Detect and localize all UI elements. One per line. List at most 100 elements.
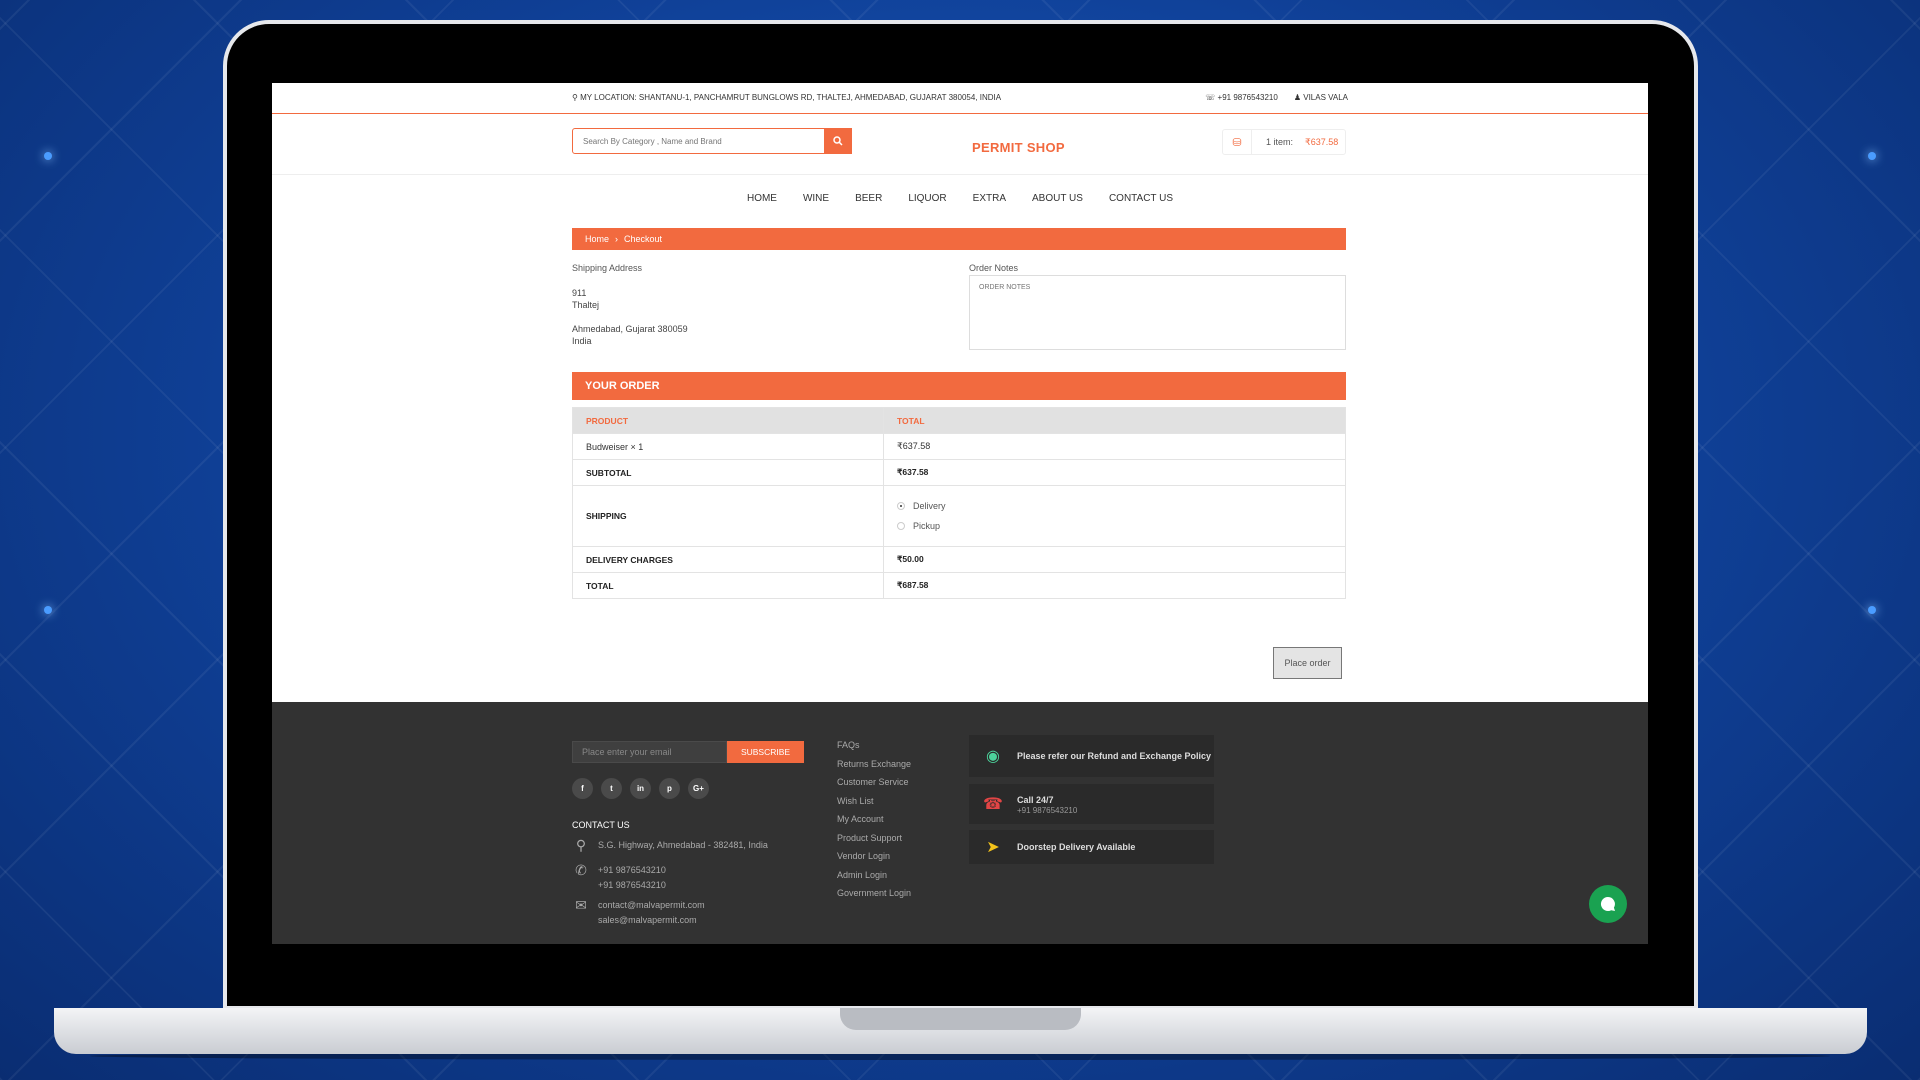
radio-delivery-label: Delivery xyxy=(913,501,946,511)
twitter-icon[interactable]: t xyxy=(601,778,622,799)
nav-extra[interactable]: EXTRA xyxy=(973,193,1006,204)
chevron-right-icon: › xyxy=(615,234,619,244)
chat-button[interactable] xyxy=(1589,885,1627,923)
topbar-user[interactable]: ♟ VILAS VALA xyxy=(1294,93,1348,102)
location-text: ⚲ MY LOCATION: SHANTANU-1, PANCHAMRUT BU… xyxy=(572,93,1001,102)
search-input[interactable] xyxy=(573,129,833,153)
bg-dot xyxy=(44,152,52,160)
user-icon: ♟ xyxy=(1293,93,1301,102)
search-icon xyxy=(833,136,843,146)
footer-email-2[interactable]: sales@malvapermit.com xyxy=(598,913,705,928)
laptop-notch xyxy=(840,1008,1081,1030)
delivery-charges-label: DELIVERY CHARGES xyxy=(572,546,884,573)
table-row: TOTAL ₹687.58 xyxy=(572,572,1346,599)
footer-contact-title: CONTACT US xyxy=(572,820,630,830)
pinterest-icon[interactable]: p xyxy=(659,778,680,799)
social-links: f t in p G+ xyxy=(572,778,709,799)
footer-email-1[interactable]: contact@malvapermit.com xyxy=(598,898,705,913)
shipping-options: Delivery Pickup xyxy=(883,485,1346,547)
radio-pickup[interactable]: Pickup xyxy=(897,521,1332,531)
browser-screen: ⚲ MY LOCATION: SHANTANU-1, PANCHAMRUT BU… xyxy=(272,83,1648,944)
delivery-text: Doorstep Delivery Available xyxy=(1017,842,1136,852)
search-box xyxy=(572,128,852,154)
footer-link-customer-service[interactable]: Customer Service xyxy=(837,773,911,792)
cart-item-count: 1 item: xyxy=(1266,137,1294,147)
bg-dot xyxy=(1868,606,1876,614)
your-order-heading: YOUR ORDER xyxy=(572,372,1346,400)
footer-link-government-login[interactable]: Government Login xyxy=(837,884,911,903)
facebook-icon[interactable]: f xyxy=(572,778,593,799)
site-header: PERMIT SHOP ⛁ 1 item: ₹637.58 xyxy=(272,114,1648,175)
product-total: ₹637.58 xyxy=(883,433,1346,460)
footer-links: FAQs Returns Exchange Customer Service W… xyxy=(837,736,911,903)
address-line: Ahmedabad, Gujarat 380059 xyxy=(572,324,688,334)
topbar-phone-label: +91 9876543210 xyxy=(1217,93,1278,102)
site-logo[interactable]: PERMIT SHOP xyxy=(972,140,1065,155)
nav-beer[interactable]: BEER xyxy=(855,193,882,204)
footer-link-faqs[interactable]: FAQs xyxy=(837,736,911,755)
basket-icon: ⛁ xyxy=(1223,130,1252,154)
nav-contact-us[interactable]: CONTACT US xyxy=(1109,193,1173,204)
top-bar: ⚲ MY LOCATION: SHANTANU-1, PANCHAMRUT BU… xyxy=(272,83,1648,114)
footer-phones: ✆ +91 9876543210 +91 9876543210 xyxy=(572,863,666,893)
breadcrumb-current: Checkout xyxy=(624,234,663,244)
laptop-base xyxy=(54,1008,1867,1054)
shipping-label: SHIPPING xyxy=(572,485,884,547)
footer-phone-2[interactable]: +91 9876543210 xyxy=(598,878,666,893)
call-number: +91 9876543210 xyxy=(1017,805,1078,815)
footer-phone-1[interactable]: +91 9876543210 xyxy=(598,863,666,878)
radio-delivery[interactable]: Delivery xyxy=(897,501,1332,511)
google-plus-icon[interactable]: G+ xyxy=(688,778,709,799)
site-footer: Place enter your email SUBSCRIBE f t in … xyxy=(272,702,1648,944)
total-label: TOTAL xyxy=(572,572,884,599)
shipping-address-label: Shipping Address xyxy=(572,263,643,273)
footer-link-my-account[interactable]: My Account xyxy=(837,810,911,829)
place-order-button[interactable]: Place order xyxy=(1273,647,1342,679)
map-pin-icon: ⚲ xyxy=(572,93,578,102)
footer-link-product-support[interactable]: Product Support xyxy=(837,829,911,848)
footer-emails: ✉ contact@malvapermit.com sales@malvaper… xyxy=(572,898,705,928)
address-line: Thaltej xyxy=(572,300,600,310)
location-pin-icon: ⚲ xyxy=(575,837,587,853)
order-table: PRODUCT TOTAL Budweiser × 1 ₹637.58 SUBT… xyxy=(572,407,1346,599)
cart-price: ₹637.58 xyxy=(1305,136,1339,147)
newsletter-email-input[interactable]: Place enter your email xyxy=(572,741,727,763)
nav-about-us[interactable]: ABOUT US xyxy=(1032,193,1083,204)
radio-pickup-label: Pickup xyxy=(913,521,941,531)
column-header-total: TOTAL xyxy=(883,407,1346,434)
cart-widget[interactable]: ⛁ 1 item: ₹637.58 xyxy=(1222,129,1346,155)
breadcrumb-home[interactable]: Home xyxy=(585,234,609,244)
phone-icon: ☏ xyxy=(1205,93,1216,102)
delivery-charges-value: ₹50.00 xyxy=(883,546,1346,573)
search-button[interactable] xyxy=(824,128,852,154)
location-label: MY LOCATION: SHANTANU-1, PANCHAMRUT BUNG… xyxy=(580,93,1002,102)
total-value: ₹687.58 xyxy=(883,572,1346,599)
topbar-phone[interactable]: ☏ +91 9876543210 xyxy=(1205,93,1278,102)
radio-button[interactable] xyxy=(897,522,905,530)
refund-policy-box[interactable]: ◉ Please refer our Refund and Exchange P… xyxy=(969,735,1214,777)
order-notes-field[interactable] xyxy=(969,275,1346,350)
footer-address-text: S.G. Highway, Ahmedabad - 382481, India xyxy=(598,840,768,850)
refund-policy-text: Please refer our Refund and Exchange Pol… xyxy=(1017,751,1212,761)
table-row: SHIPPING Delivery Pickup xyxy=(572,485,1346,547)
nav-home[interactable]: HOME xyxy=(747,193,777,204)
footer-link-vendor-login[interactable]: Vendor Login xyxy=(837,847,911,866)
footer-link-returns[interactable]: Returns Exchange xyxy=(837,755,911,774)
table-header-row: PRODUCT TOTAL xyxy=(572,407,1346,434)
chat-bubble-icon xyxy=(1600,896,1615,911)
radio-button-checked[interactable] xyxy=(897,502,905,510)
order-notes-label: Order Notes xyxy=(969,263,1019,273)
money-bag-icon: ◉ xyxy=(986,748,1000,765)
address-line: India xyxy=(572,336,592,346)
nav-liquor[interactable]: LIQUOR xyxy=(908,193,946,204)
subscribe-button[interactable]: SUBSCRIBE xyxy=(727,741,804,763)
subtotal-label: SUBTOTAL xyxy=(572,459,884,486)
footer-link-wish-list[interactable]: Wish List xyxy=(837,792,911,811)
table-row: SUBTOTAL ₹637.58 xyxy=(572,459,1346,486)
footer-link-admin-login[interactable]: Admin Login xyxy=(837,866,911,885)
nav-wine[interactable]: WINE xyxy=(803,193,829,204)
phone-icon: ✆ xyxy=(575,862,587,878)
call-box[interactable]: ☎ Call 24/7 +91 9876543210 xyxy=(969,784,1214,824)
linkedin-icon[interactable]: in xyxy=(630,778,651,799)
column-header-product: PRODUCT xyxy=(572,407,884,434)
